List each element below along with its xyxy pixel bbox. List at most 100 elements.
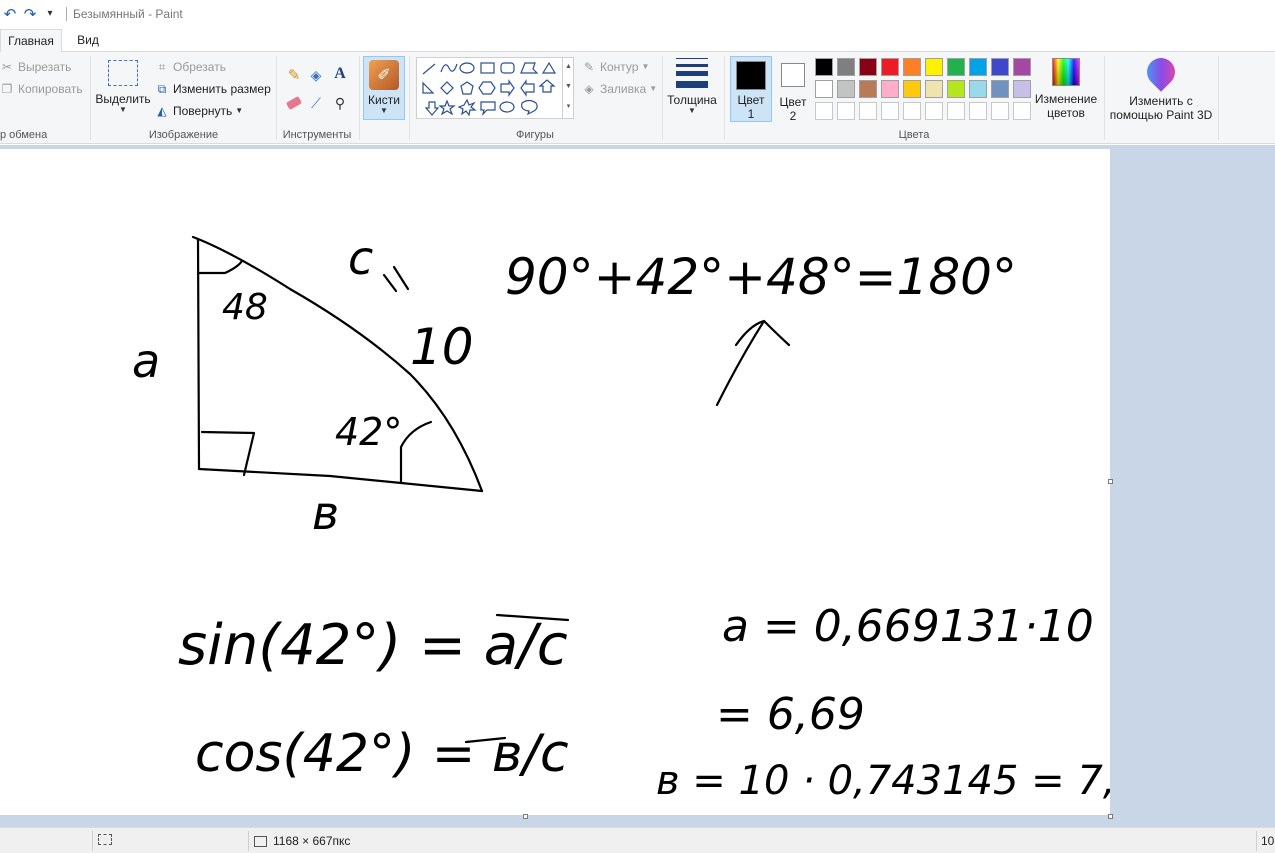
brushes-button[interactable]: ✐ Кисти ▼ bbox=[363, 56, 405, 120]
group-separator bbox=[1218, 56, 1219, 140]
clipboard-group: ✂ Вырезать ❐ Копировать р обмена bbox=[0, 52, 88, 144]
copy-icon: ❐ bbox=[1, 82, 13, 96]
image-group: Выделить ▼ ⌗ Обрезать ⧉ Изменить размер … bbox=[91, 52, 276, 144]
cut-button[interactable]: ✂ Вырезать bbox=[0, 60, 71, 74]
custom-color-slot[interactable] bbox=[1013, 102, 1031, 120]
tab-view[interactable]: Вид bbox=[66, 29, 110, 52]
shapes-group: ▲ ▼ ▾ ✎ Контур ▼ ◈ Заливка ▼ Фигуры bbox=[410, 52, 660, 144]
custom-color-slot[interactable] bbox=[969, 102, 987, 120]
colors-group-label: Цвета bbox=[898, 129, 930, 141]
text-tool-icon[interactable]: A bbox=[331, 64, 349, 84]
custom-color-slot[interactable] bbox=[815, 102, 833, 120]
triangle-bottom-side bbox=[197, 467, 484, 493]
palette-swatch[interactable] bbox=[815, 58, 833, 76]
custom-color-slot[interactable] bbox=[947, 102, 965, 120]
tab-home[interactable]: Главная bbox=[0, 29, 62, 53]
magnifier-icon[interactable]: ⚲ bbox=[331, 94, 349, 112]
palette-swatch[interactable] bbox=[815, 80, 833, 98]
edit-colors-label-2: цветов bbox=[1047, 106, 1085, 120]
fill-bucket-icon[interactable]: ◈ bbox=[307, 66, 325, 84]
palette-swatch[interactable] bbox=[991, 58, 1009, 76]
image-group-label: Изображение bbox=[148, 129, 219, 141]
palette-swatch[interactable] bbox=[925, 80, 943, 98]
selection-size-icon bbox=[98, 834, 112, 845]
pencil-icon[interactable]: ✎ bbox=[285, 66, 303, 84]
copy-button[interactable]: ❐ Копировать bbox=[0, 82, 83, 96]
zoom-level: 10 bbox=[1261, 834, 1275, 848]
color2-swatch bbox=[781, 63, 805, 87]
palette-swatch[interactable] bbox=[925, 58, 943, 76]
resize-button[interactable]: ⧉ Изменить размер bbox=[155, 82, 271, 97]
palette-swatch[interactable] bbox=[837, 80, 855, 98]
select-icon bbox=[108, 60, 138, 86]
status-separator bbox=[92, 831, 93, 851]
ribbon: ✂ Вырезать ❐ Копировать р обмена Выделит… bbox=[0, 52, 1275, 144]
palette-swatch[interactable] bbox=[903, 80, 921, 98]
custom-color-slot[interactable] bbox=[859, 102, 877, 120]
canvas-resize-handle-right[interactable] bbox=[1108, 479, 1113, 484]
palette-swatch[interactable] bbox=[1013, 58, 1031, 76]
paint3d-label-2: помощью Paint 3D bbox=[1109, 108, 1213, 122]
cos-equation: cos(42°) = в/c bbox=[195, 724, 569, 784]
top-angle-marker bbox=[196, 259, 244, 275]
undo-icon[interactable]: ↶ bbox=[0, 4, 20, 24]
color2-number: 2 bbox=[789, 109, 797, 123]
palette-swatch[interactable] bbox=[969, 58, 987, 76]
crop-button[interactable]: ⌗ Обрезать bbox=[155, 60, 226, 75]
palette-swatch[interactable] bbox=[881, 80, 899, 98]
b-calc-line: в = 10 · 0,743145 = 7,43 bbox=[656, 758, 1110, 804]
palette-swatch[interactable] bbox=[969, 80, 987, 98]
tools-group: ✎ ◈ A ⟋ ⚲ Инструменты bbox=[277, 52, 357, 144]
palette-swatch[interactable] bbox=[991, 80, 1009, 98]
zoom-indicator: 10 bbox=[1261, 834, 1274, 848]
edit-colors-button[interactable]: Изменение цветов bbox=[1033, 58, 1099, 120]
custom-color-slot[interactable] bbox=[881, 102, 899, 120]
fill-icon: ◈ bbox=[584, 82, 594, 96]
eraser-icon[interactable] bbox=[285, 94, 303, 112]
rotate-button[interactable]: ◭ Повернуть ▼ bbox=[155, 104, 243, 118]
clipboard-group-label: р обмена bbox=[0, 129, 48, 141]
fill-button[interactable]: ◈ Заливка ▼ bbox=[582, 82, 657, 96]
brushes-label: Кисти bbox=[368, 93, 400, 107]
canvas-dimensions: 1168 × 667пкс bbox=[273, 834, 351, 848]
group-separator bbox=[1104, 56, 1105, 140]
custom-color-slot[interactable] bbox=[903, 102, 921, 120]
shapes-group-label: Фигуры bbox=[516, 129, 554, 141]
rainbow-palette-icon bbox=[1052, 58, 1080, 86]
custom-color-slot[interactable] bbox=[991, 102, 1009, 120]
shapes-gallery[interactable] bbox=[416, 57, 574, 119]
palette-swatch[interactable] bbox=[859, 58, 877, 76]
paint3d-label-1: Изменить с bbox=[1129, 94, 1193, 108]
color1-button[interactable]: Цвет 1 bbox=[730, 56, 772, 122]
shapes-scroll-icon[interactable]: ▲ ▼ ▾ bbox=[562, 57, 574, 119]
paint3d-button[interactable]: Изменить с помощью Paint 3D bbox=[1108, 52, 1214, 122]
color-picker-icon[interactable]: ⟋ bbox=[307, 94, 325, 112]
canvas-resize-handle-corner[interactable] bbox=[1108, 814, 1113, 819]
shapes-gallery-icons bbox=[422, 61, 557, 117]
palette-swatch[interactable] bbox=[837, 58, 855, 76]
side-c-label: c bbox=[348, 231, 373, 285]
chevron-down-icon: ▼ bbox=[688, 106, 696, 115]
scissors-icon: ✂ bbox=[1, 60, 13, 74]
size-button[interactable]: Толщина ▼ bbox=[666, 58, 718, 115]
bottom-angle-marker bbox=[399, 420, 433, 485]
custom-color-slot[interactable] bbox=[925, 102, 943, 120]
palette-swatch[interactable] bbox=[881, 58, 899, 76]
palette-swatch[interactable] bbox=[947, 80, 965, 98]
palette-swatch[interactable] bbox=[947, 58, 965, 76]
customize-toolbar-icon[interactable]: ▾ bbox=[40, 4, 60, 24]
select-button[interactable]: Выделить ▼ bbox=[95, 60, 151, 114]
canvas-resize-handle-bottom[interactable] bbox=[523, 814, 528, 819]
palette-swatch[interactable] bbox=[1013, 80, 1031, 98]
crop-label: Обрезать bbox=[173, 60, 226, 74]
redo-icon[interactable]: ↷ bbox=[20, 4, 40, 24]
palette-swatch[interactable] bbox=[903, 58, 921, 76]
resize-label: Изменить размер bbox=[173, 82, 271, 96]
cut-label: Вырезать bbox=[18, 60, 72, 74]
custom-color-slot[interactable] bbox=[837, 102, 855, 120]
outline-button[interactable]: ✎ Контур ▼ bbox=[582, 60, 649, 74]
chevron-down-icon: ▼ bbox=[119, 105, 127, 114]
drawing-canvas[interactable]: 90°+42°+48°=180° a в c 10 48 42° sin(42°… bbox=[0, 149, 1110, 815]
palette-swatch[interactable] bbox=[859, 80, 877, 98]
color2-button[interactable]: Цвет 2 bbox=[775, 60, 811, 123]
